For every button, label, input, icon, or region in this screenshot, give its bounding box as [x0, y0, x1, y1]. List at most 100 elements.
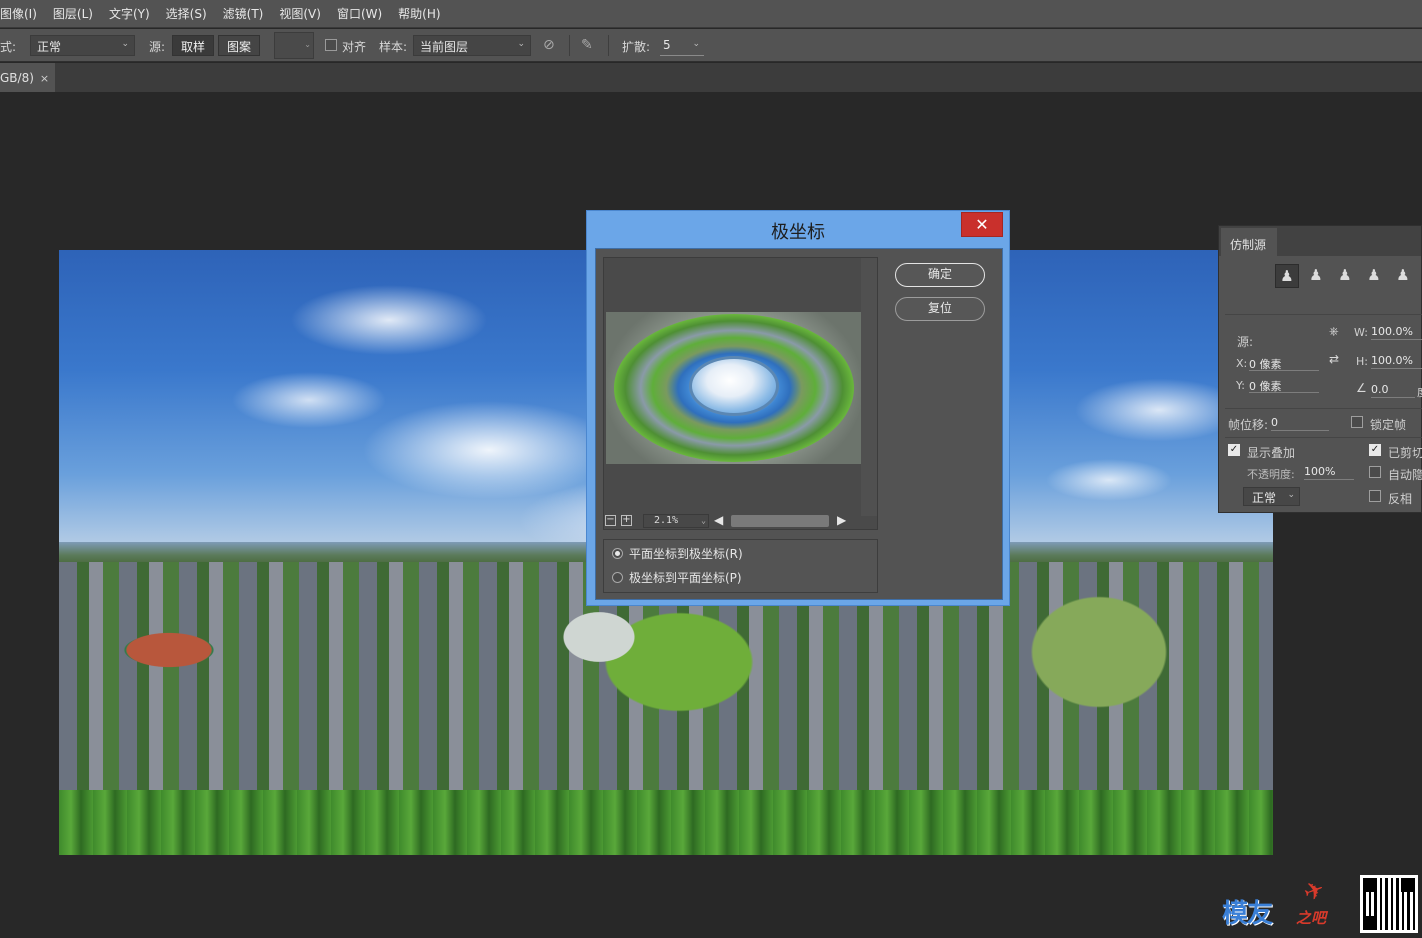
clone-source-panel: 仿制源 ♟ ♟ ♟ ♟ ♟ 源: ⎈ W: 100.0% X: 0 像素 ⇄ H…: [1218, 225, 1422, 513]
document-tab-bar: GB/8) ×: [0, 63, 1422, 92]
polar-coordinates-dialog: 极坐标 ✕ − + 2.1% ⌄ ◀ ▶ 平面坐标到极坐标(R) 极坐标到平面坐…: [586, 210, 1010, 606]
ground-region: [59, 790, 1273, 855]
frame-offset-field[interactable]: 0: [1271, 416, 1329, 431]
sample-select[interactable]: 当前图层 ⌄: [413, 35, 531, 56]
radio-dot-selected[interactable]: [612, 547, 623, 559]
preview-zoom-controls: − + 2.1% ⌄ ◀ ▶: [603, 513, 865, 529]
reset-transform-icon[interactable]: ⎈: [1329, 324, 1339, 339]
menu-select[interactable]: 选择(S): [158, 5, 215, 22]
preview-vertical-scrollbar[interactable]: [861, 258, 877, 516]
aligned-checkbox[interactable]: [325, 39, 337, 51]
source-label: 源:: [1237, 335, 1254, 349]
width-field[interactable]: 100.0%: [1371, 325, 1422, 340]
zoom-in-button[interactable]: +: [621, 515, 632, 526]
dialog-close-button[interactable]: ✕: [961, 212, 1003, 237]
watermark-logo: ✈ 模友 之吧: [1218, 874, 1358, 935]
flip-horizontal-icon[interactable]: ⇄: [1329, 352, 1339, 366]
diffusion-label: 扩散:: [622, 40, 651, 54]
x-offset-field[interactable]: 0 像素: [1249, 356, 1319, 371]
sample-label: 样本:: [379, 40, 408, 54]
ignore-adjustment-layers-icon[interactable]: ⊘: [543, 37, 555, 53]
divider: [569, 35, 570, 56]
divider: [608, 35, 609, 56]
height-label: H:: [1356, 355, 1368, 368]
qr-code-pattern: [1363, 878, 1415, 930]
pattern-picker[interactable]: ⌄: [274, 32, 314, 59]
zoom-level-select[interactable]: 2.1% ⌄: [643, 514, 709, 528]
invert-label: 反相: [1388, 492, 1413, 506]
auto-hide-checkbox[interactable]: [1369, 466, 1381, 478]
clone-source-tab[interactable]: 仿制源: [1221, 228, 1277, 256]
angle-unit: 度: [1417, 384, 1422, 400]
lock-frame-label: 锁定帧: [1370, 418, 1407, 432]
preview-horizontal-scrollbar[interactable]: [731, 515, 829, 527]
zoom-out-button[interactable]: −: [605, 515, 616, 526]
overlay-blend-select[interactable]: 正常 ⌄: [1243, 487, 1300, 506]
radio-polar-to-rect-label: 极坐标到平面坐标(P): [629, 570, 742, 585]
angle-field[interactable]: 0.0: [1371, 383, 1415, 398]
clone-source-4-icon[interactable]: ♟: [1362, 264, 1386, 288]
angle-icon: ∠: [1356, 381, 1367, 395]
menu-type[interactable]: 文字(Y): [101, 5, 158, 22]
menu-help[interactable]: 帮助(H): [390, 5, 448, 22]
close-icon[interactable]: ×: [40, 72, 49, 85]
scroll-left-icon[interactable]: ◀: [714, 513, 723, 527]
clone-source-3-icon[interactable]: ♟: [1333, 264, 1357, 288]
clone-source-5-icon[interactable]: ♟: [1391, 264, 1415, 288]
menu-window[interactable]: 窗口(W): [329, 5, 390, 22]
radio-polar-to-rect[interactable]: 极坐标到平面坐标(P): [612, 568, 742, 586]
menu-image[interactable]: 图像(I): [0, 5, 45, 22]
mode-select[interactable]: 正常 ⌄: [30, 35, 135, 56]
invert-checkbox[interactable]: [1369, 490, 1381, 502]
preview-pane[interactable]: [603, 257, 878, 530]
clone-source-2-icon[interactable]: ♟: [1304, 264, 1328, 288]
opacity-label: 不透明度:: [1247, 468, 1295, 481]
menu-view[interactable]: 视图(V): [271, 5, 329, 22]
dialog-titlebar[interactable]: 极坐标 ✕: [587, 211, 1009, 247]
source-sampled-button[interactable]: 取样: [172, 35, 215, 56]
reset-button[interactable]: 复位: [895, 297, 985, 321]
radio-rect-to-polar[interactable]: 平面坐标到极坐标(R): [612, 544, 743, 562]
clipped-checkbox[interactable]: ✓: [1369, 444, 1381, 456]
x-label: X:: [1236, 357, 1248, 370]
options-bar: 模式: 正常 ⌄ 源: 取样 图案 ⌄ 对齐 样本: 当前图层 ⌄ ⊘ ✎ 扩散…: [0, 29, 1422, 62]
frame-offset-label: 帧位移:: [1228, 418, 1269, 432]
radio-rect-to-polar-label: 平面坐标到极坐标(R): [629, 546, 743, 561]
height-field[interactable]: 100.0%: [1371, 354, 1422, 369]
mode-label: 模式:: [0, 40, 17, 54]
dialog-body: − + 2.1% ⌄ ◀ ▶ 平面坐标到极坐标(R) 极坐标到平面坐标(P) 确…: [595, 248, 1003, 600]
y-label: Y:: [1236, 379, 1245, 392]
menu-layer[interactable]: 图层(L): [45, 5, 101, 22]
clone-source-1-icon[interactable]: ♟: [1275, 264, 1299, 288]
conversion-options: 平面坐标到极坐标(R) 极坐标到平面坐标(P): [603, 539, 878, 593]
source-pattern-button[interactable]: 图案: [218, 35, 261, 56]
source-label: 源:: [149, 40, 166, 54]
diffusion-field[interactable]: 5 ⌄: [660, 35, 704, 56]
zoom-level-value: 2.1%: [654, 515, 679, 526]
opacity-field[interactable]: 100%: [1304, 465, 1354, 480]
aligned-label: 对齐: [342, 40, 367, 54]
width-label: W:: [1354, 326, 1368, 339]
panel-tab-header: 仿制源: [1219, 226, 1421, 256]
show-overlay-label: 显示叠加: [1247, 446, 1296, 460]
overlay-blend-value: 正常: [1252, 491, 1277, 505]
chevron-down-icon: ⌄: [304, 40, 311, 49]
lock-frame-checkbox[interactable]: [1351, 416, 1363, 428]
clipped-label: 已剪切: [1388, 446, 1422, 460]
show-overlay-checkbox[interactable]: ✓: [1228, 444, 1240, 456]
chevron-down-icon: ⌄: [121, 39, 129, 49]
menu-bar: 图像(I) 图层(L) 文字(Y) 选择(S) 滤镜(T) 视图(V) 窗口(W…: [0, 0, 1422, 28]
document-tab[interactable]: GB/8) ×: [0, 63, 55, 92]
chevron-down-icon: ⌄: [701, 516, 706, 525]
scroll-right-icon[interactable]: ▶: [837, 513, 846, 527]
divider: [1225, 314, 1422, 315]
ok-button[interactable]: 确定: [895, 263, 985, 287]
pressure-brush-icon[interactable]: ✎: [581, 37, 593, 53]
sample-value: 当前图层: [420, 40, 469, 54]
y-offset-field[interactable]: 0 像素: [1249, 378, 1319, 393]
menu-filter[interactable]: 滤镜(T): [215, 5, 272, 22]
chevron-down-icon: ⌄: [692, 39, 700, 49]
watermark-text: 模友: [1222, 899, 1273, 929]
radio-dot[interactable]: [612, 571, 623, 583]
qr-code: [1360, 875, 1418, 933]
